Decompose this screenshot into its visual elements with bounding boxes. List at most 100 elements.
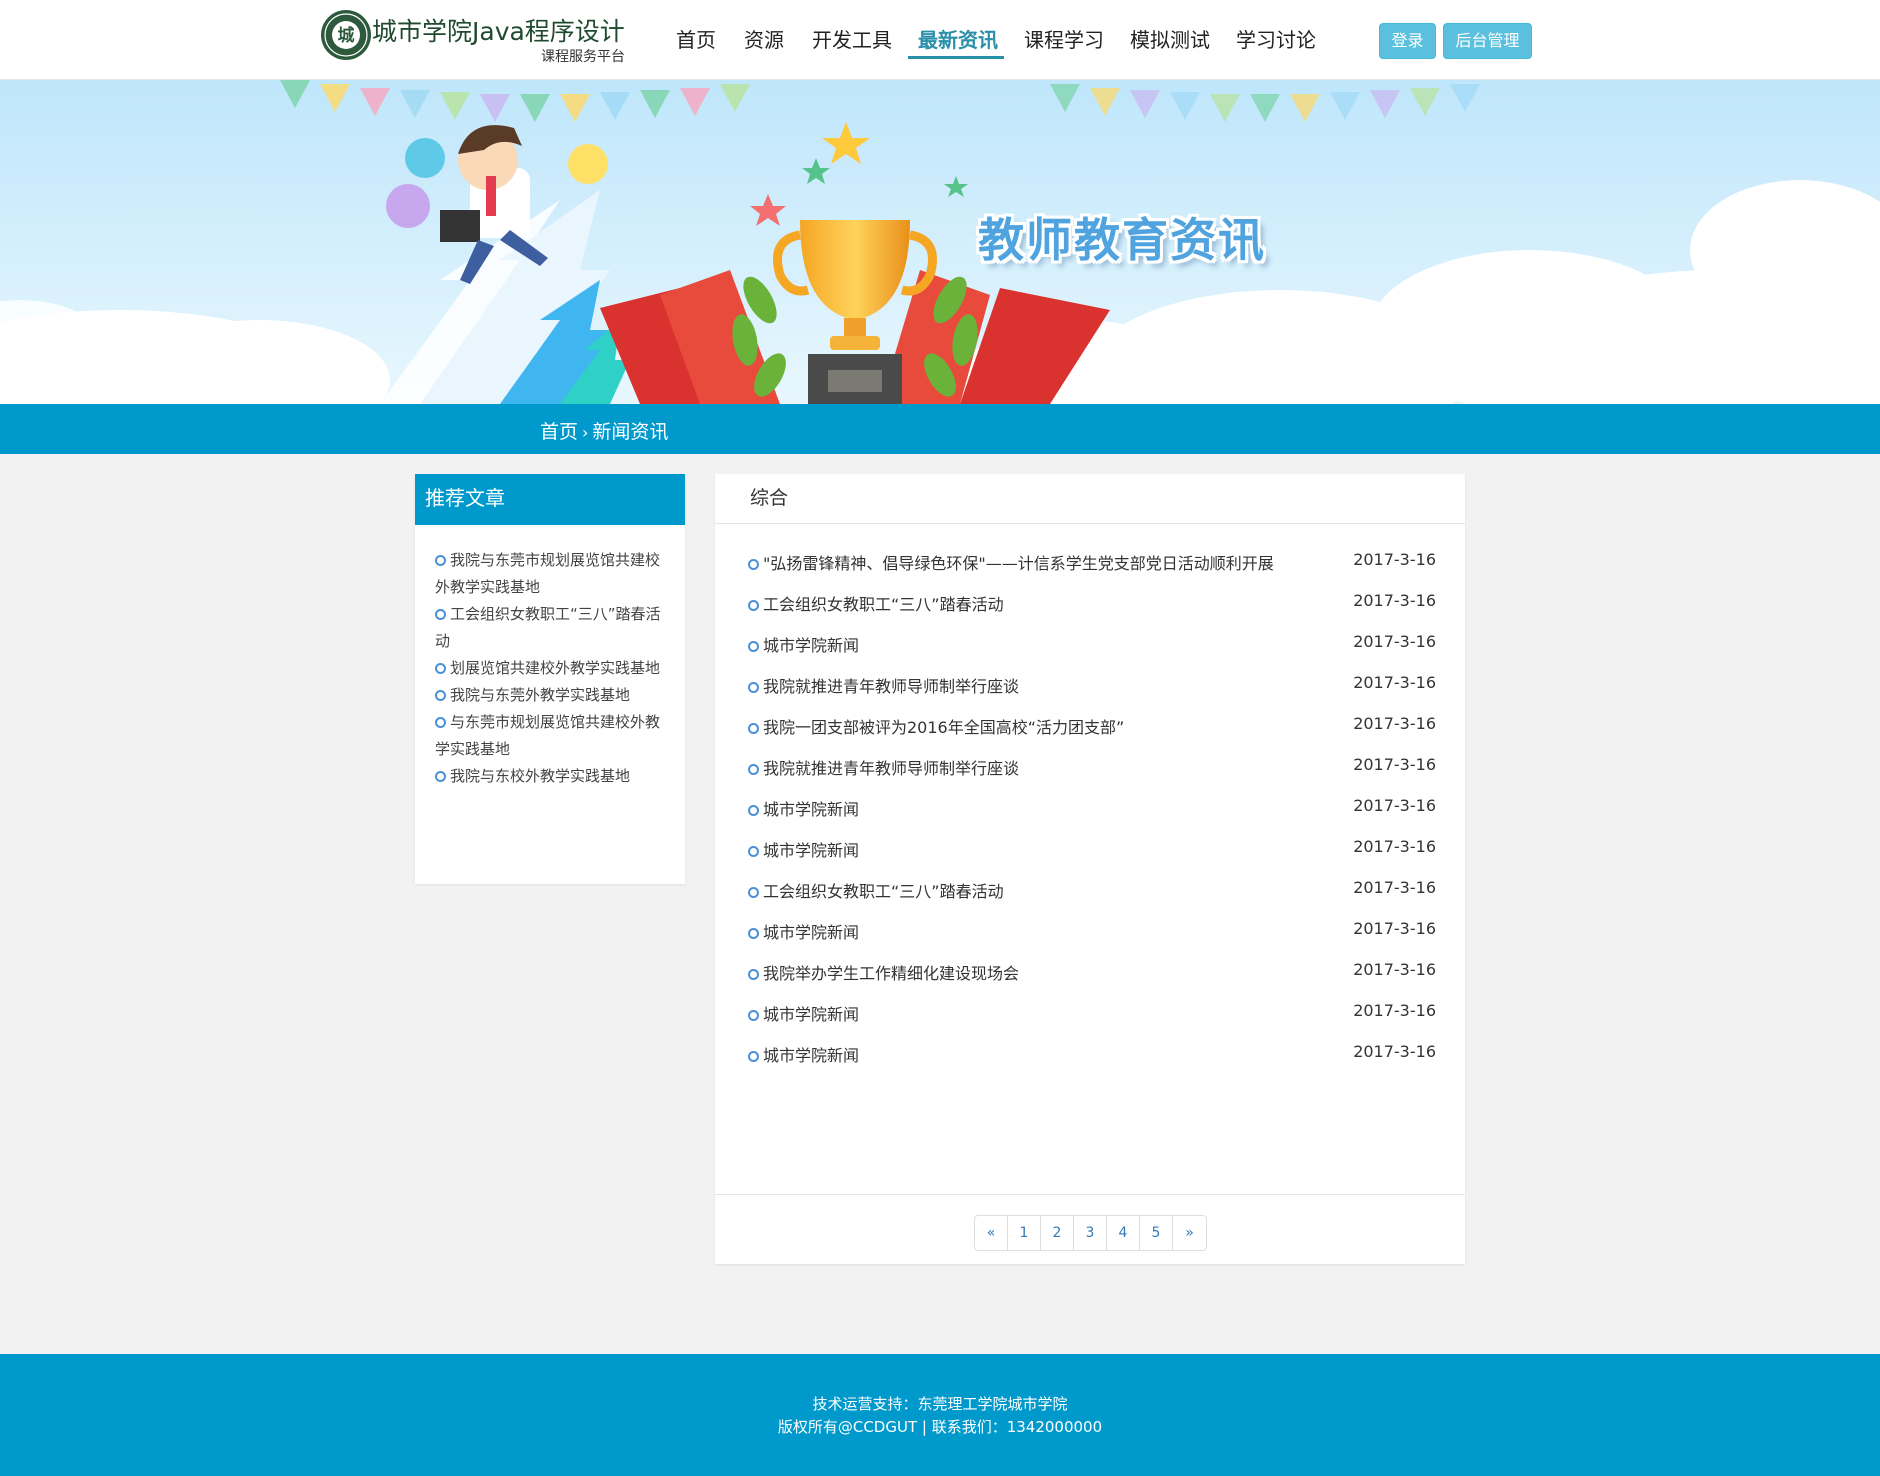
news-row[interactable]: 我院就推进青年教师导师制举行座谈 2017-3-16: [715, 667, 1465, 708]
recommended-item-label: 划展览馆共建校外教学实践基地: [450, 659, 661, 677]
news-row[interactable]: "弘扬雷锋精神、倡导绿色环保"——计信系学生党支部党日活动顺利开展 2017-3-…: [715, 544, 1465, 585]
circle-bullet-icon: [748, 805, 759, 816]
news-title-text: 城市学院新闻: [763, 636, 860, 655]
pagination: « 1 2 3 4 5 »: [974, 1215, 1207, 1251]
recommended-item[interactable]: 划展览馆共建校外教学实践基地: [435, 655, 667, 682]
news-row[interactable]: 我院就推进青年教师导师制举行座谈 2017-3-16: [715, 749, 1465, 790]
news-title-text: 我院一团支部被评为2016年全国高校“活力团支部”: [763, 718, 1125, 737]
recommended-item[interactable]: 我院与东莞市规划展览馆共建校外教学实践基地: [435, 547, 667, 601]
site-title: 城市学院Java程序设计: [372, 17, 625, 46]
news-panel: 综合 "弘扬雷锋精神、倡导绿色环保"——计信系学生党支部党日活动顺利开展 2017…: [715, 474, 1465, 1264]
circle-bullet-icon: [435, 771, 446, 782]
circle-bullet-icon: [748, 682, 759, 693]
nav-resources[interactable]: 资源: [744, 24, 784, 53]
news-title[interactable]: "弘扬雷锋精神、倡导绿色环保"——计信系学生党支部党日活动顺利开展: [748, 550, 1274, 574]
recommended-panel: 推荐文章 我院与东莞市规划展览馆共建校外教学实践基地 工会组织女教职工“三八”踏…: [415, 474, 685, 884]
news-title[interactable]: 城市学院新闻: [748, 796, 859, 820]
news-row[interactable]: 城市学院新闻 2017-3-16: [715, 626, 1465, 667]
news-row[interactable]: 工会组织女教职工“三八”踏春活动 2017-3-16: [715, 872, 1465, 913]
news-row[interactable]: 城市学院新闻 2017-3-16: [715, 790, 1465, 831]
news-row[interactable]: 我院举办学生工作精细化建设现场会 2017-3-16: [715, 954, 1465, 995]
school-logo[interactable]: 城: [320, 9, 372, 61]
page-next-button[interactable]: »: [1173, 1216, 1206, 1250]
news-row[interactable]: 我院一团支部被评为2016年全国高校“活力团支部” 2017-3-16: [715, 708, 1465, 749]
news-date: 2017-3-16: [1353, 755, 1436, 774]
news-title[interactable]: 我院举办学生工作精细化建设现场会: [748, 960, 1019, 984]
circle-bullet-icon: [748, 559, 759, 570]
news-date: 2017-3-16: [1353, 714, 1436, 733]
site-footer: 技术运营支持：东莞理工学院城市学院 版权所有@CCDGUT | 联系我们：134…: [0, 1354, 1880, 1476]
news-title[interactable]: 城市学院新闻: [748, 632, 859, 656]
news-title[interactable]: 城市学院新闻: [748, 837, 859, 861]
logo-glyph: 城: [338, 26, 355, 46]
recommended-item[interactable]: 工会组织女教职工“三八”踏春活动: [435, 601, 667, 655]
news-title[interactable]: 我院就推进青年教师导师制举行座谈: [748, 755, 1019, 779]
news-date: 2017-3-16: [1353, 550, 1436, 569]
recommended-title: 推荐文章: [415, 474, 685, 525]
breadcrumb-current: 新闻资讯: [592, 421, 669, 443]
news-date: 2017-3-16: [1353, 591, 1436, 610]
page-3-button[interactable]: 3: [1074, 1216, 1107, 1250]
news-title-text: 城市学院新闻: [763, 923, 860, 942]
news-title-text: 工会组织女教职工“三八”踏春活动: [763, 882, 1004, 901]
breadcrumb-home[interactable]: 首页: [540, 421, 578, 443]
nav-mock-test[interactable]: 模拟测试: [1130, 24, 1210, 53]
news-row[interactable]: 城市学院新闻 2017-3-16: [715, 1036, 1465, 1077]
news-title[interactable]: 城市学院新闻: [748, 919, 859, 943]
footer-support: 技术运营支持：东莞理工学院城市学院: [812, 1395, 1068, 1413]
news-title-text: 城市学院新闻: [763, 1005, 860, 1024]
circle-bullet-icon: [748, 969, 759, 980]
site-header: 城 城市学院Java程序设计 课程服务平台 首页 资源 开发工具 最新资讯 课程…: [0, 0, 1880, 80]
nav-home[interactable]: 首页: [676, 24, 716, 53]
banner-title: 教师教育资讯: [978, 213, 1266, 267]
recommended-item[interactable]: 我院与东莞外教学实践基地: [435, 682, 667, 709]
admin-button[interactable]: 后台管理: [1443, 23, 1532, 59]
recommended-item-label: 工会组织女教职工“三八”踏春活动: [435, 605, 661, 650]
news-date: 2017-3-16: [1353, 878, 1436, 897]
circle-bullet-icon: [435, 609, 446, 620]
page-prev-button[interactable]: «: [975, 1216, 1008, 1250]
circle-bullet-icon: [435, 663, 446, 674]
circle-bullet-icon: [748, 887, 759, 898]
recommended-list: 我院与东莞市规划展览馆共建校外教学实践基地 工会组织女教职工“三八”踏春活动 划…: [415, 525, 685, 790]
news-date: 2017-3-16: [1353, 673, 1436, 692]
nav-active-indicator: [908, 56, 1004, 59]
news-date: 2017-3-16: [1353, 919, 1436, 938]
news-list: "弘扬雷锋精神、倡导绿色环保"——计信系学生党支部党日活动顺利开展 2017-3-…: [715, 544, 1465, 1077]
news-row[interactable]: 工会组织女教职工“三八”踏春活动 2017-3-16: [715, 585, 1465, 626]
recommended-item[interactable]: 我院与东校外教学实践基地: [435, 763, 667, 790]
page-5-button[interactable]: 5: [1140, 1216, 1173, 1250]
news-date: 2017-3-16: [1353, 837, 1436, 856]
circle-bullet-icon: [435, 555, 446, 566]
nav-discussion[interactable]: 学习讨论: [1236, 24, 1316, 53]
recommended-item-label: 我院与东校外教学实践基地: [450, 767, 631, 785]
news-title[interactable]: 我院就推进青年教师导师制举行座谈: [748, 673, 1019, 697]
news-title-text: 我院就推进青年教师导师制举行座谈: [763, 677, 1020, 696]
news-title[interactable]: 工会组织女教职工“三八”踏春活动: [748, 878, 1004, 902]
news-title[interactable]: 我院一团支部被评为2016年全国高校“活力团支部”: [748, 714, 1124, 738]
recommended-item-label: 我院与东莞市规划展览馆共建校外教学实践基地: [435, 551, 661, 596]
page-2-button[interactable]: 2: [1041, 1216, 1074, 1250]
news-row[interactable]: 城市学院新闻 2017-3-16: [715, 913, 1465, 954]
nav-dev-tools[interactable]: 开发工具: [812, 24, 892, 53]
news-row[interactable]: 城市学院新闻 2017-3-16: [715, 995, 1465, 1036]
circle-bullet-icon: [748, 1010, 759, 1021]
login-button[interactable]: 登录: [1379, 23, 1436, 59]
recommended-item[interactable]: 与东莞市规划展览馆共建校外教学实践基地: [435, 709, 667, 763]
news-title-text: 我院就推进青年教师导师制举行座谈: [763, 759, 1020, 778]
breadcrumb: 首页 › 新闻资讯: [540, 417, 668, 444]
news-title[interactable]: 城市学院新闻: [748, 1001, 859, 1025]
news-title-text: 工会组织女教职工“三八”踏春活动: [763, 595, 1004, 614]
news-title-text: 城市学院新闻: [763, 1046, 860, 1065]
circle-bullet-icon: [748, 1051, 759, 1062]
news-title-text: 城市学院新闻: [763, 841, 860, 860]
news-title[interactable]: 城市学院新闻: [748, 1042, 859, 1066]
nav-latest-news[interactable]: 最新资讯: [918, 24, 998, 53]
news-title[interactable]: 工会组织女教职工“三八”踏春活动: [748, 591, 1004, 615]
page-1-button[interactable]: 1: [1008, 1216, 1041, 1250]
news-row[interactable]: 城市学院新闻 2017-3-16: [715, 831, 1465, 872]
news-date: 2017-3-16: [1353, 1042, 1436, 1061]
page-4-button[interactable]: 4: [1107, 1216, 1140, 1250]
nav-course-study[interactable]: 课程学习: [1024, 24, 1104, 53]
news-date: 2017-3-16: [1353, 960, 1436, 979]
